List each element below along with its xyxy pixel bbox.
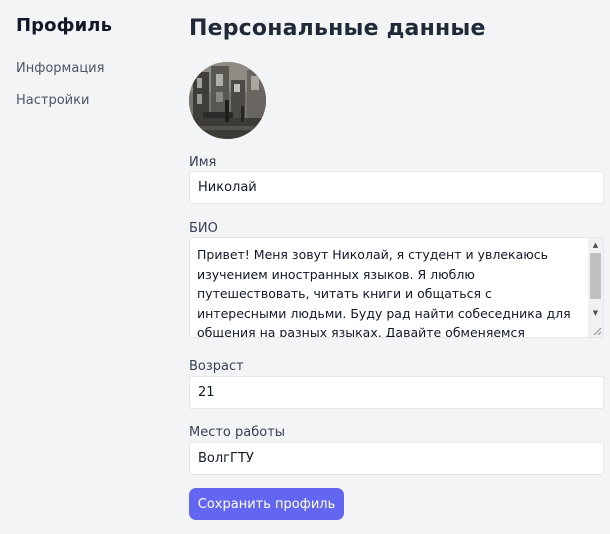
page-title: Персональные данные <box>189 16 486 41</box>
scroll-down-icon[interactable]: ▼ <box>588 307 603 319</box>
sidebar-title: Профиль <box>16 15 113 36</box>
profile-form: Персональные данные Имя БИО Привет! Меня… <box>189 0 610 534</box>
save-profile-button[interactable]: Сохранить профиль <box>189 488 344 520</box>
sidebar-item-info[interactable]: Информация <box>16 61 104 76</box>
avatar[interactable] <box>189 62 266 139</box>
workplace-label: Место работы <box>189 425 286 440</box>
age-input[interactable] <box>189 376 604 409</box>
scroll-thumb[interactable] <box>590 253 601 299</box>
workplace-input[interactable] <box>189 442 604 475</box>
age-label: Возраст <box>189 359 244 374</box>
user-photo-icon <box>189 62 266 139</box>
name-label: Имя <box>189 155 217 170</box>
bio-label: БИО <box>189 221 218 236</box>
bio-scrollbar[interactable]: ▲ ▼ <box>588 238 603 337</box>
scroll-up-icon[interactable]: ▲ <box>588 239 603 251</box>
resize-grip-icon[interactable] <box>591 325 602 336</box>
bio-textarea[interactable]: Привет! Меня зовут Николай, я студент и … <box>189 237 604 338</box>
bio-text: Привет! Меня зовут Николай, я студент и … <box>197 247 571 338</box>
name-input[interactable] <box>189 171 604 204</box>
sidebar-item-settings[interactable]: Настройки <box>16 93 89 108</box>
sidebar: Профиль Информация Настройки <box>0 0 170 534</box>
